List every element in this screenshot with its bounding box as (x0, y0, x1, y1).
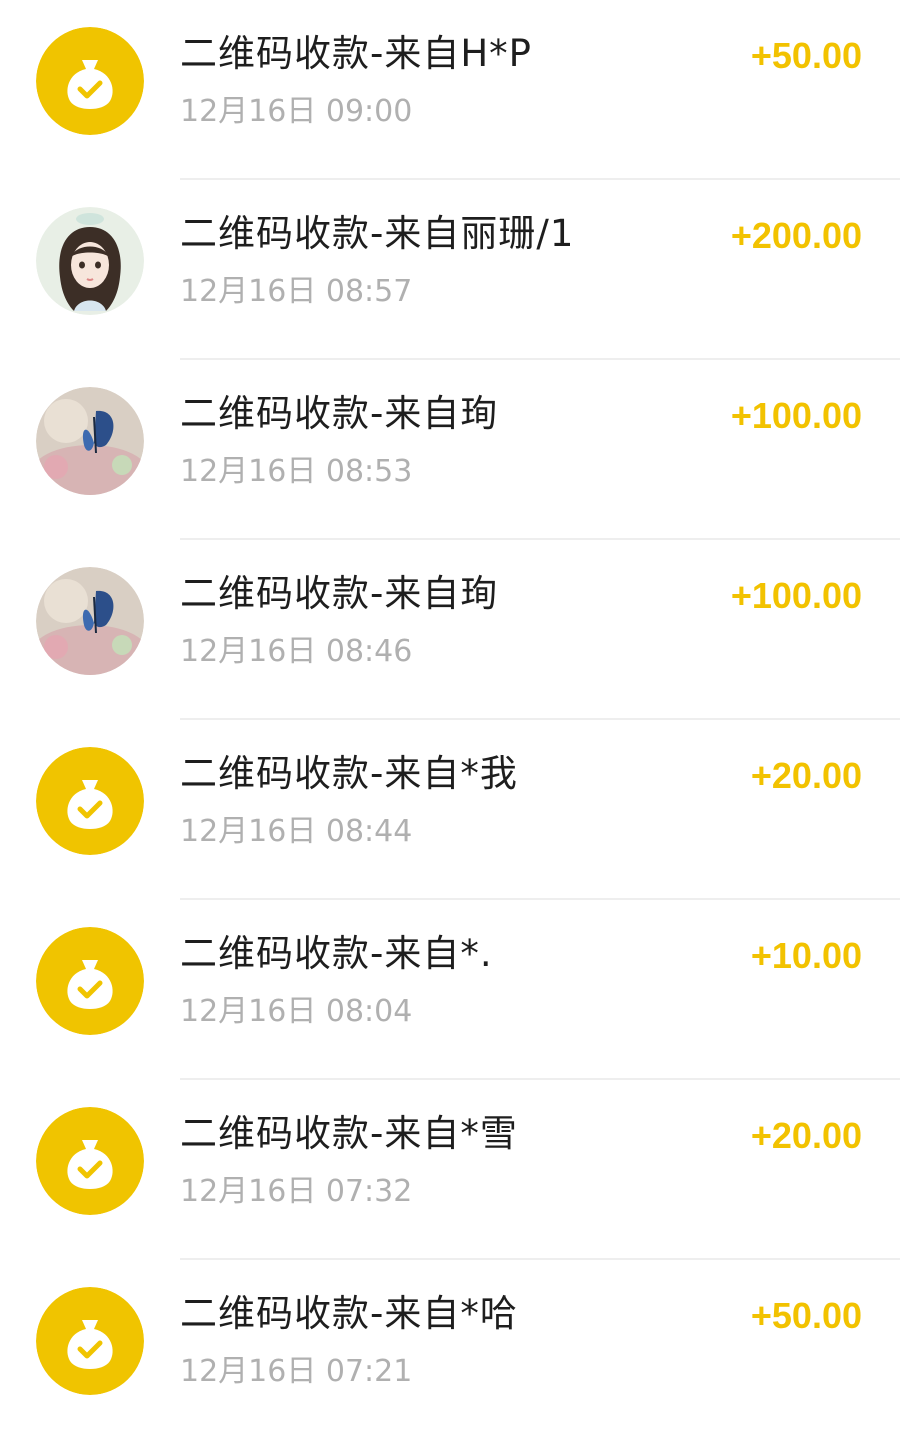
transaction-title: 二维码收款-来自丽珊/1 (180, 212, 575, 255)
transaction-row[interactable]: 二维码收款-来自H*P 12月16日 09:00 +50.00 (0, 0, 900, 180)
transaction-row[interactable]: 二维码收款-来自丽珊/1 12月16日 08:57 +200.00 (0, 180, 900, 360)
user-avatar-butterfly (36, 387, 144, 495)
transaction-row[interactable]: 二维码收款-来自*哈 12月16日 07:21 +50.00 (0, 1260, 900, 1440)
transaction-time: 12月16日 08:46 (180, 634, 413, 669)
transaction-row[interactable]: 二维码收款-来自*我 12月16日 08:44 +20.00 (0, 720, 900, 900)
transaction-amount: +200.00 (730, 215, 862, 256)
transaction-title: 二维码收款-来自H*P (180, 32, 532, 75)
transaction-title: 二维码收款-来自*我 (180, 752, 518, 795)
money-bag-check-icon (36, 27, 144, 135)
transaction-title: 二维码收款-来自*. (180, 932, 493, 975)
transaction-amount: +50.00 (750, 1295, 862, 1336)
transaction-time: 12月16日 08:53 (180, 454, 413, 489)
transaction-amount: +100.00 (730, 395, 862, 436)
transaction-amount: +100.00 (730, 575, 862, 616)
user-avatar-girl (36, 207, 144, 315)
transaction-title: 二维码收款-来自珣 (180, 572, 499, 615)
money-bag-check-icon (36, 927, 144, 1035)
user-avatar-butterfly (36, 567, 144, 675)
transaction-row[interactable]: 二维码收款-来自珣 12月16日 08:46 +100.00 (0, 540, 900, 720)
transaction-time: 12月16日 08:44 (180, 814, 413, 849)
transaction-time: 12月16日 07:21 (180, 1354, 413, 1389)
transaction-title: 二维码收款-来自*哈 (180, 1292, 518, 1335)
money-bag-check-icon (36, 1107, 144, 1215)
money-bag-check-icon (36, 1287, 144, 1395)
transaction-time: 12月16日 08:04 (180, 994, 413, 1029)
transaction-time: 12月16日 07:32 (180, 1174, 413, 1209)
transaction-time: 12月16日 09:00 (180, 94, 413, 129)
transaction-amount: +20.00 (750, 1115, 862, 1156)
money-bag-check-icon (36, 747, 144, 855)
transaction-amount: +20.00 (750, 755, 862, 796)
transaction-amount: +50.00 (750, 35, 862, 76)
transaction-amount: +10.00 (750, 935, 862, 976)
transaction-list: 二维码收款-来自H*P 12月16日 09:00 +50.00 二维码收款-来自… (0, 0, 900, 1413)
transaction-title: 二维码收款-来自珣 (180, 392, 499, 435)
transaction-time: 12月16日 08:57 (180, 274, 413, 309)
transaction-row[interactable]: 二维码收款-来自*雪 12月16日 07:32 +20.00 (0, 1080, 900, 1260)
transaction-title: 二维码收款-来自*雪 (180, 1112, 518, 1155)
transaction-row[interactable]: 二维码收款-来自*. 12月16日 08:04 +10.00 (0, 900, 900, 1080)
transaction-row[interactable]: 二维码收款-来自珣 12月16日 08:53 +100.00 (0, 360, 900, 540)
